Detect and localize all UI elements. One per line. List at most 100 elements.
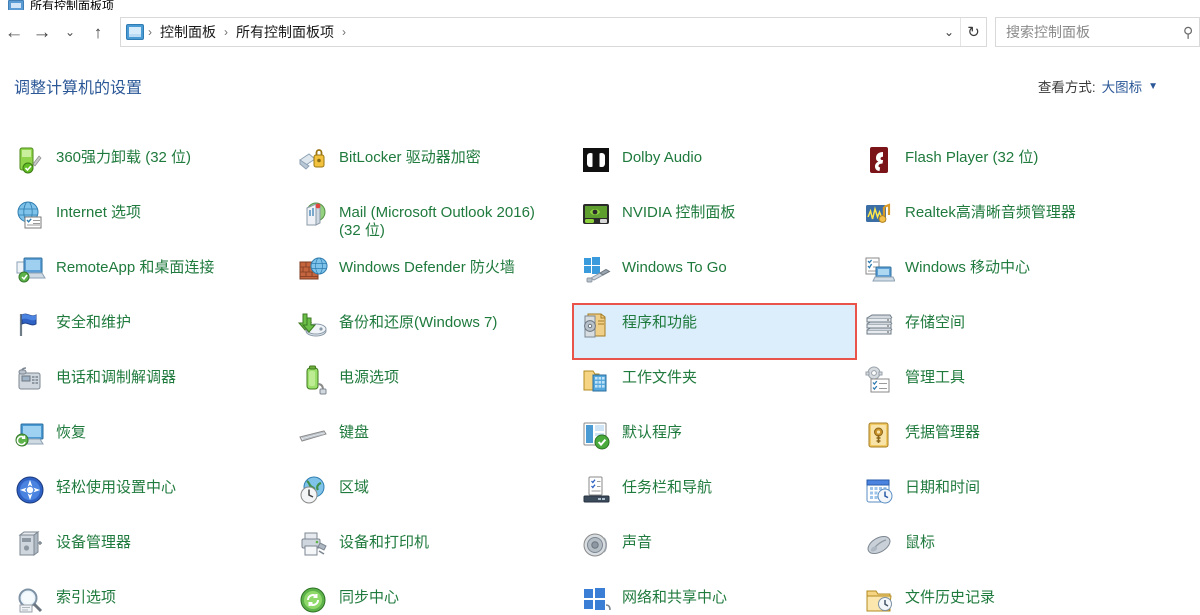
control-panel-item[interactable]: 默认程序 <box>574 415 857 470</box>
control-panel-item[interactable]: BitLocker 驱动器加密 <box>291 140 574 195</box>
control-panel-item[interactable]: 工作文件夹 <box>574 360 857 415</box>
control-panel-item-label: 程序和功能 <box>622 314 698 331</box>
control-panel-item[interactable]: 同步中心 <box>291 580 574 615</box>
breadcrumb: › 控制面板 › 所有控制面板项 › <box>121 22 938 42</box>
control-panel-item[interactable]: 凭据管理器 <box>857 415 1140 470</box>
control-panel-item-label: 管理工具 <box>905 369 966 386</box>
window-title-bar: 所有控制面板项 <box>0 0 1200 10</box>
breadcrumb-item-all-items[interactable]: 所有控制面板项 <box>230 22 340 42</box>
control-panel-breadcrumb-icon[interactable] <box>126 24 144 40</box>
control-panel-item-label: 电话和调制解调器 <box>56 369 177 386</box>
control-panel-item[interactable]: RemoteApp 和桌面连接 <box>8 250 291 305</box>
internet-options-icon <box>14 199 46 231</box>
control-panel-item-label: 鼠标 <box>905 534 936 551</box>
control-panel-item-label: 工作文件夹 <box>622 369 698 386</box>
control-panel-item[interactable]: 任务栏和导航 <box>574 470 857 525</box>
view-by-label: 查看方式: <box>1037 80 1096 95</box>
control-panel-item[interactable]: 存储空间 <box>857 305 1140 360</box>
control-panel-item[interactable]: 区域 <box>291 470 574 525</box>
control-panel-item-label: 区域 <box>339 479 370 496</box>
breadcrumb-item-control-panel[interactable]: 控制面板 <box>154 22 222 42</box>
control-panel-item[interactable]: Flash Player (32 位) <box>857 140 1140 195</box>
control-panel-item[interactable]: Internet 选项 <box>8 195 291 250</box>
breadcrumb-separator[interactable]: › <box>340 25 348 39</box>
search-box[interactable]: 搜索控制面板 ⚲ <box>995 17 1200 47</box>
control-panel-item-label: Internet 选项 <box>56 204 142 221</box>
chevron-down-icon[interactable]: ⌄ <box>938 18 960 46</box>
control-panel-item-label: 索引选项 <box>56 589 117 606</box>
remoteapp-icon <box>14 254 46 286</box>
bitlocker-icon <box>297 144 329 176</box>
control-panel-item[interactable]: 管理工具 <box>857 360 1140 415</box>
nvidia-icon <box>580 199 612 231</box>
control-panel-item-label: 凭据管理器 <box>905 424 981 441</box>
refresh-icon[interactable]: ↻ <box>960 18 986 46</box>
address-bar[interactable]: › 控制面板 › 所有控制面板项 › ⌄ ↻ <box>120 17 987 47</box>
up-icon[interactable]: ↑ <box>84 17 112 47</box>
devices-printers-icon <box>297 529 329 561</box>
control-panel-item-label: 存储空间 <box>905 314 966 331</box>
flash-player-icon <box>863 144 895 176</box>
security-flag-icon <box>14 309 46 341</box>
back-icon[interactable]: ← <box>0 17 28 47</box>
control-panel-item[interactable]: 鼠标 <box>857 525 1140 580</box>
control-panel-item[interactable]: 电话和调制解调器 <box>8 360 291 415</box>
chevron-down-icon[interactable]: ▼ <box>1148 81 1158 92</box>
sound-icon <box>580 529 612 561</box>
default-programs-icon <box>580 419 612 451</box>
control-panel-item-label: 网络和共享中心 <box>622 589 728 606</box>
forward-icon[interactable]: → <box>28 17 56 47</box>
control-panel-item[interactable]: 文件历史记录 <box>857 580 1140 615</box>
backup-restore-icon <box>297 309 329 341</box>
control-panel-item[interactable]: Realtek高清晰音频管理器 <box>857 195 1140 250</box>
control-panel-item[interactable]: 索引选项 <box>8 580 291 615</box>
programs-features-icon <box>580 309 612 341</box>
control-panel-item[interactable]: 电源选项 <box>291 360 574 415</box>
control-panel-item[interactable]: Windows 移动中心 <box>857 250 1140 305</box>
control-panel-item-label: Windows Defender 防火墙 <box>339 259 515 276</box>
control-panel-item[interactable]: 日期和时间 <box>857 470 1140 525</box>
admin-tools-icon <box>863 364 895 396</box>
breadcrumb-separator: › <box>148 25 152 39</box>
windows-to-go-icon <box>580 254 612 286</box>
phone-modem-icon <box>14 364 46 396</box>
control-panel-item-label: Windows 移动中心 <box>905 259 1031 276</box>
view-by-control[interactable]: 查看方式: 大图标 ▼ <box>1038 76 1158 96</box>
realtek-audio-icon <box>863 199 895 231</box>
control-panel-item[interactable]: 恢复 <box>8 415 291 470</box>
control-panel-item-label: NVIDIA 控制面板 <box>622 204 736 221</box>
date-time-icon <box>863 474 895 506</box>
control-panel-item[interactable]: Windows To Go <box>574 250 857 305</box>
recent-locations-icon[interactable]: ⌄ <box>56 17 84 47</box>
view-by-value[interactable]: 大图标 <box>1102 76 1143 96</box>
control-panel-item[interactable]: 备份和还原(Windows 7) <box>291 305 574 360</box>
control-panel-item[interactable]: 轻松使用设置中心 <box>8 470 291 525</box>
control-panel-item[interactable]: NVIDIA 控制面板 <box>574 195 857 250</box>
control-panel-item[interactable]: Windows Defender 防火墙 <box>291 250 574 305</box>
control-panel-item[interactable]: 声音 <box>574 525 857 580</box>
control-panel-item-label: RemoteApp 和桌面连接 <box>56 259 215 276</box>
control-panel-item-label: 设备管理器 <box>56 534 132 551</box>
search-input[interactable]: 搜索控制面板 <box>1006 22 1183 42</box>
breadcrumb-separator: › <box>224 25 228 39</box>
control-panel-item-label: 键盘 <box>339 424 370 441</box>
navigation-bar: ← → ⌄ ↑ › 控制面板 › 所有控制面板项 › ⌄ ↻ 搜索控制面板 ⚲ <box>0 10 1200 54</box>
control-panel-item[interactable]: 安全和维护 <box>8 305 291 360</box>
control-panel-items-grid: 360强力卸载 (32 位) BitLocker 驱动器加密 Dolby Audio… <box>0 140 1200 615</box>
control-panel-item[interactable]: 键盘 <box>291 415 574 470</box>
control-panel-item[interactable]: 设备和打印机 <box>291 525 574 580</box>
control-panel-item[interactable]: 网络和共享中心 <box>574 580 857 615</box>
control-panel-item-label: Realtek高清晰音频管理器 <box>905 204 1076 221</box>
control-panel-item-selected[interactable]: 程序和功能 <box>572 303 857 360</box>
control-panel-item[interactable]: Mail (Microsoft Outlook 2016) (32 位) <box>291 195 574 250</box>
control-panel-item[interactable]: Dolby Audio <box>574 140 857 195</box>
work-folders-icon <box>580 364 612 396</box>
header-row: 调整计算机的设置 查看方式: 大图标 ▼ <box>0 66 1200 106</box>
control-panel-item-label: 任务栏和导航 <box>622 479 713 496</box>
region-icon <box>297 474 329 506</box>
control-panel-item-label: 恢复 <box>56 424 87 441</box>
uninstall-360-icon <box>14 144 46 176</box>
mobility-center-icon <box>863 254 895 286</box>
control-panel-item[interactable]: 360强力卸载 (32 位) <box>8 140 291 195</box>
control-panel-item[interactable]: 设备管理器 <box>8 525 291 580</box>
